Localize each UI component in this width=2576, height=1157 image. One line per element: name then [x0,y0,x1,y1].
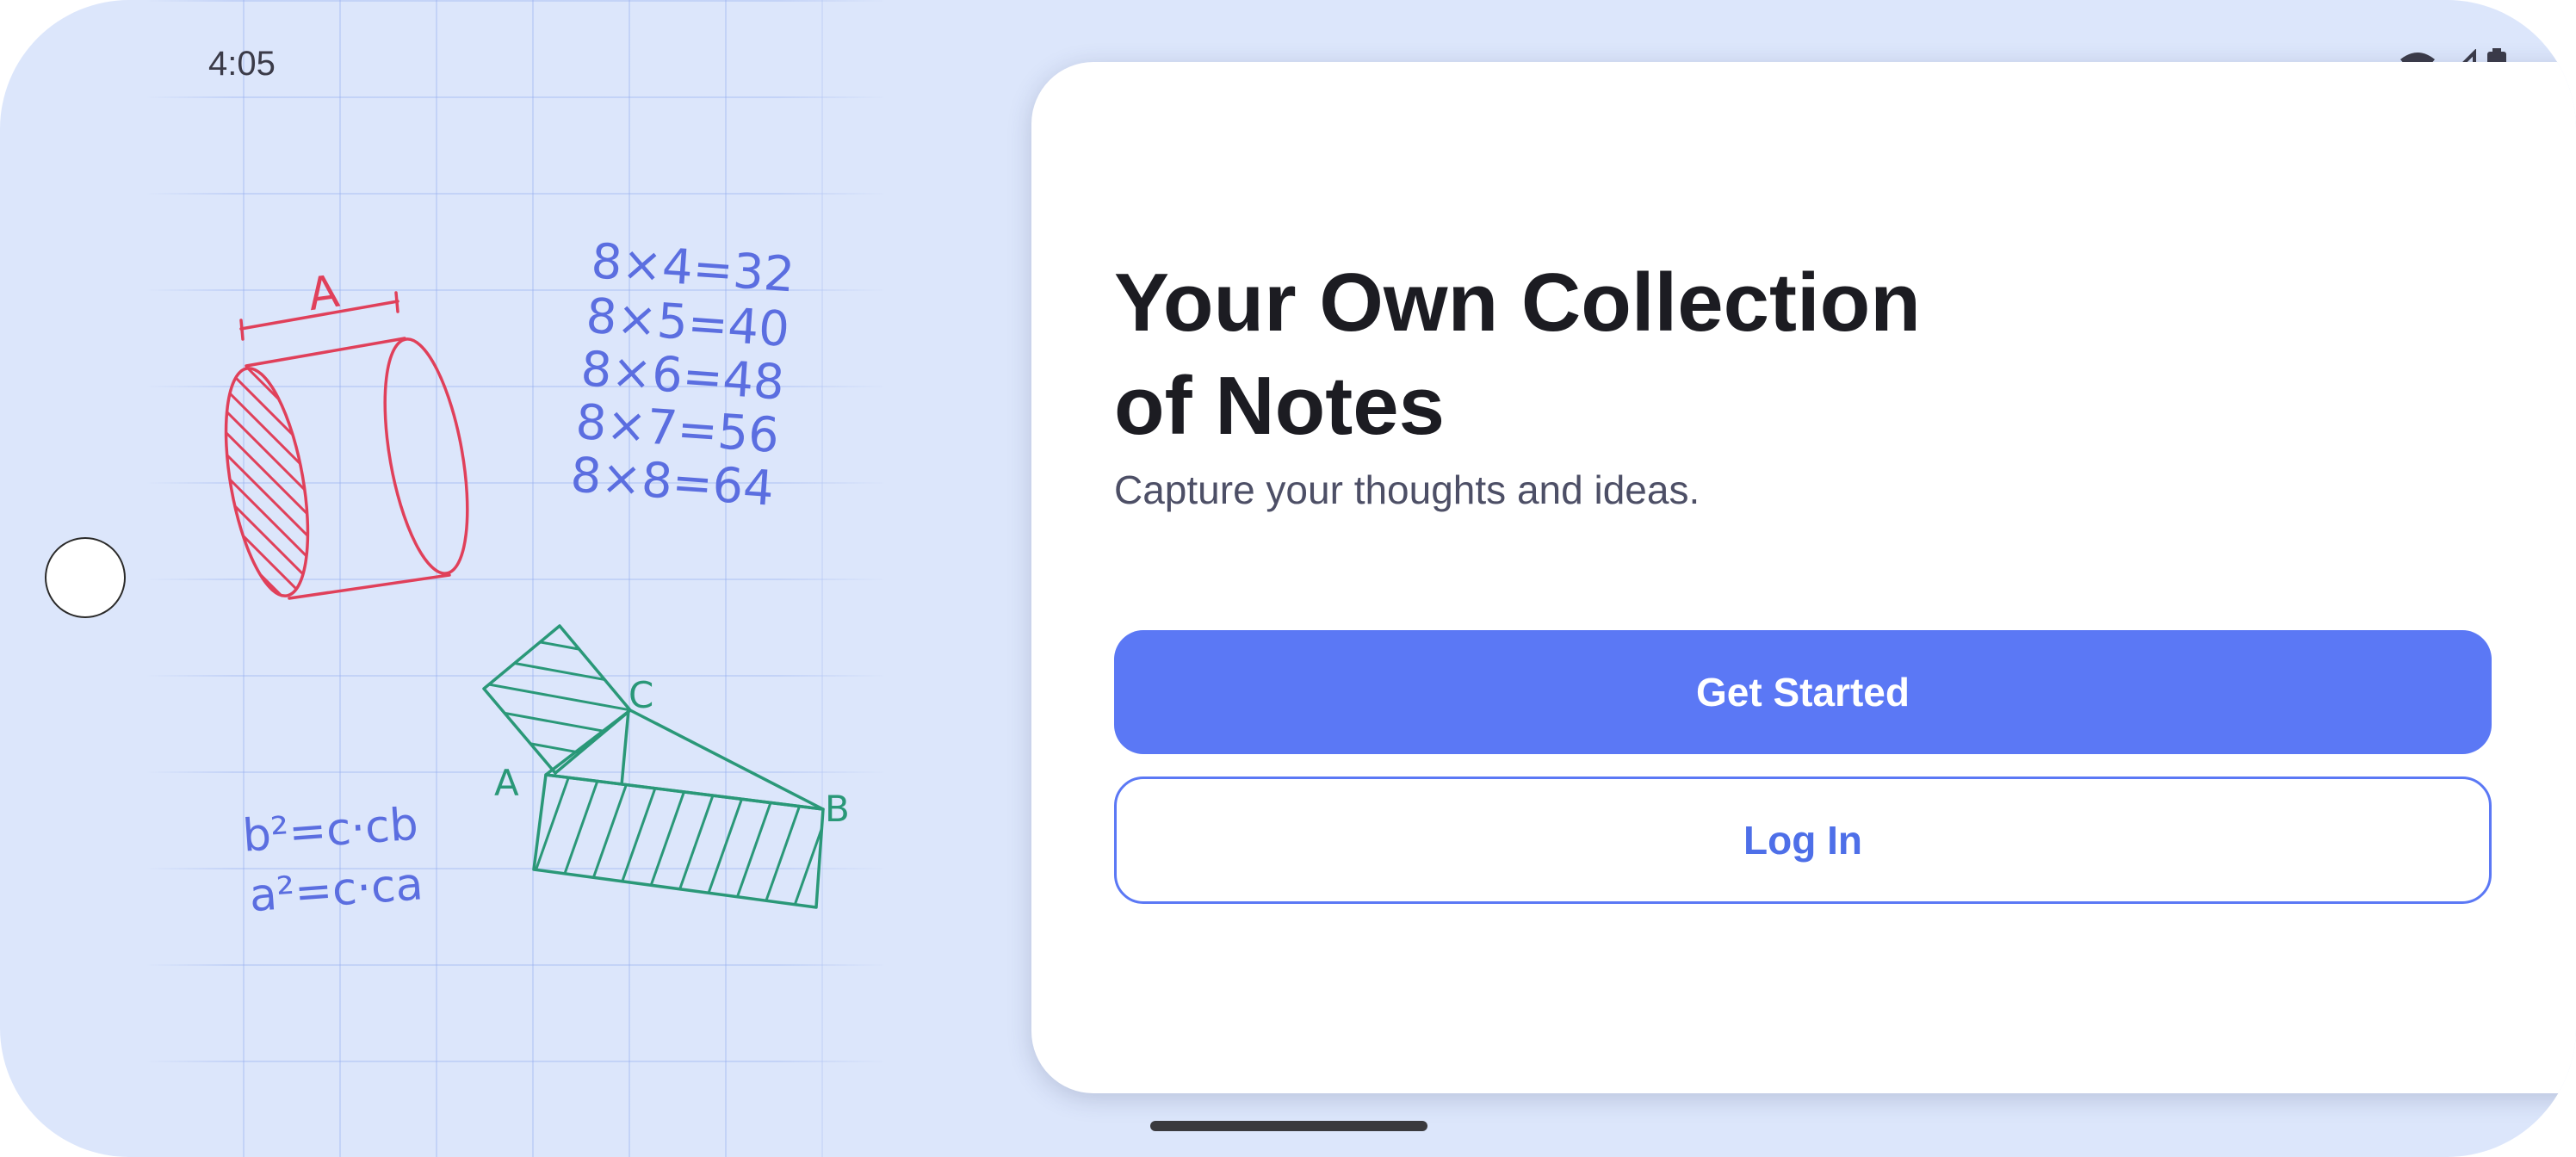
front-camera-cutout [45,537,126,618]
vertex-label-a: A [494,762,519,804]
formula-line: b²=c·cb [241,799,420,863]
cylinder-drawing [211,291,469,603]
title-line-2: of Notes [1114,360,1445,452]
math-notes-illustration: A 8×4=32 8×5=40 8×6=48 8×7=56 8×8=64 C A… [211,233,850,923]
page-title: Your Own Collection of Notes [1114,251,1975,458]
get-started-button[interactable]: Get Started [1114,630,2492,754]
device-screen: A 8×4=32 8×5=40 8×6=48 8×7=56 8×8=64 C A… [0,0,2576,1157]
pythagoras-drawing [482,624,825,909]
onboarding-card: Your Own Collection of Notes Capture you… [1031,62,2576,1093]
vertex-label-c: C [629,674,653,716]
title-line-1: Your Own Collection [1114,257,1921,349]
vertex-label-b: B [825,788,850,830]
gesture-navigation-bar[interactable] [1150,1121,1427,1131]
multiplication-table: 8×4=32 8×5=40 8×6=48 8×7=56 8×8=64 [569,233,796,517]
formulas: b²=c·cb a²=c·ca [241,799,425,923]
formula-line: a²=c·ca [248,858,425,922]
page-subtitle: Capture your thoughts and ideas. [1114,467,1700,512]
cylinder-label: A [305,266,343,321]
log-in-button[interactable]: Log In [1114,776,2492,904]
status-bar-time: 4:05 [208,45,276,83]
